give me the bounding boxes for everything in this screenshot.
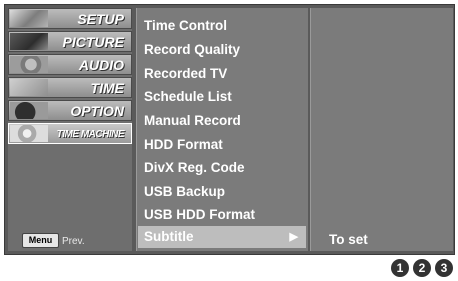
category-label: SETUP — [77, 11, 124, 27]
category-label: OPTION — [70, 103, 124, 119]
step-badge-3: 3 — [435, 259, 453, 277]
prev-label: Prev. — [62, 236, 85, 247]
submenu-item-usb-backup[interactable]: USB Backup — [144, 181, 304, 203]
submenu-item-time-control[interactable]: Time Control — [144, 15, 304, 37]
time-thumbnail-icon — [10, 79, 48, 96]
time-machine-thumbnail-icon — [10, 125, 48, 142]
submenu-item-schedule-list[interactable]: Schedule List — [144, 86, 304, 108]
submenu-item-divx-reg-code[interactable]: DivX Reg. Code — [144, 157, 304, 179]
category-time-machine[interactable]: TIME MACHINE — [8, 123, 132, 144]
picture-thumbnail-icon — [10, 33, 48, 50]
option-thumbnail-icon — [10, 102, 48, 119]
step-badge-1: 1 — [391, 259, 409, 277]
setup-thumbnail-icon — [10, 10, 48, 27]
category-audio[interactable]: AUDIO — [8, 54, 132, 75]
submenu-item-recorded-tv[interactable]: Recorded TV — [144, 63, 304, 85]
submenu-item-usb-hdd-format[interactable]: USB HDD Format — [144, 204, 304, 226]
menu-button[interactable]: Menu — [22, 233, 59, 248]
category-label: TIME MACHINE — [56, 129, 125, 140]
submenu-item-manual-record[interactable]: Manual Record — [144, 110, 304, 132]
category-label: AUDIO — [78, 57, 124, 73]
category-label: TIME — [90, 80, 124, 96]
category-option[interactable]: OPTION — [8, 100, 132, 121]
value-text: To set — [329, 232, 368, 247]
category-picture[interactable]: PICTURE — [8, 31, 132, 52]
submenu-panel: Time Control Record Quality Recorded TV … — [136, 8, 308, 251]
audio-thumbnail-icon — [10, 56, 48, 73]
submenu-item-subtitle[interactable]: Subtitle ▶ — [138, 226, 306, 248]
category-setup[interactable]: SETUP — [8, 8, 132, 29]
step-badge-2: 2 — [413, 259, 431, 277]
category-label: PICTURE — [62, 34, 124, 50]
value-pane: To set — [310, 8, 453, 251]
category-time[interactable]: TIME — [8, 77, 132, 98]
submenu-item-label: Subtitle — [144, 229, 194, 244]
arrow-right-icon: ▶ — [289, 231, 298, 243]
category-column: SETUP PICTURE AUDIO TIME OPTION TIME MAC… — [8, 8, 132, 251]
osd-menu: SETUP PICTURE AUDIO TIME OPTION TIME MAC… — [4, 4, 455, 255]
submenu-item-record-quality[interactable]: Record Quality — [144, 39, 304, 61]
submenu-item-hdd-format[interactable]: HDD Format — [144, 134, 304, 156]
